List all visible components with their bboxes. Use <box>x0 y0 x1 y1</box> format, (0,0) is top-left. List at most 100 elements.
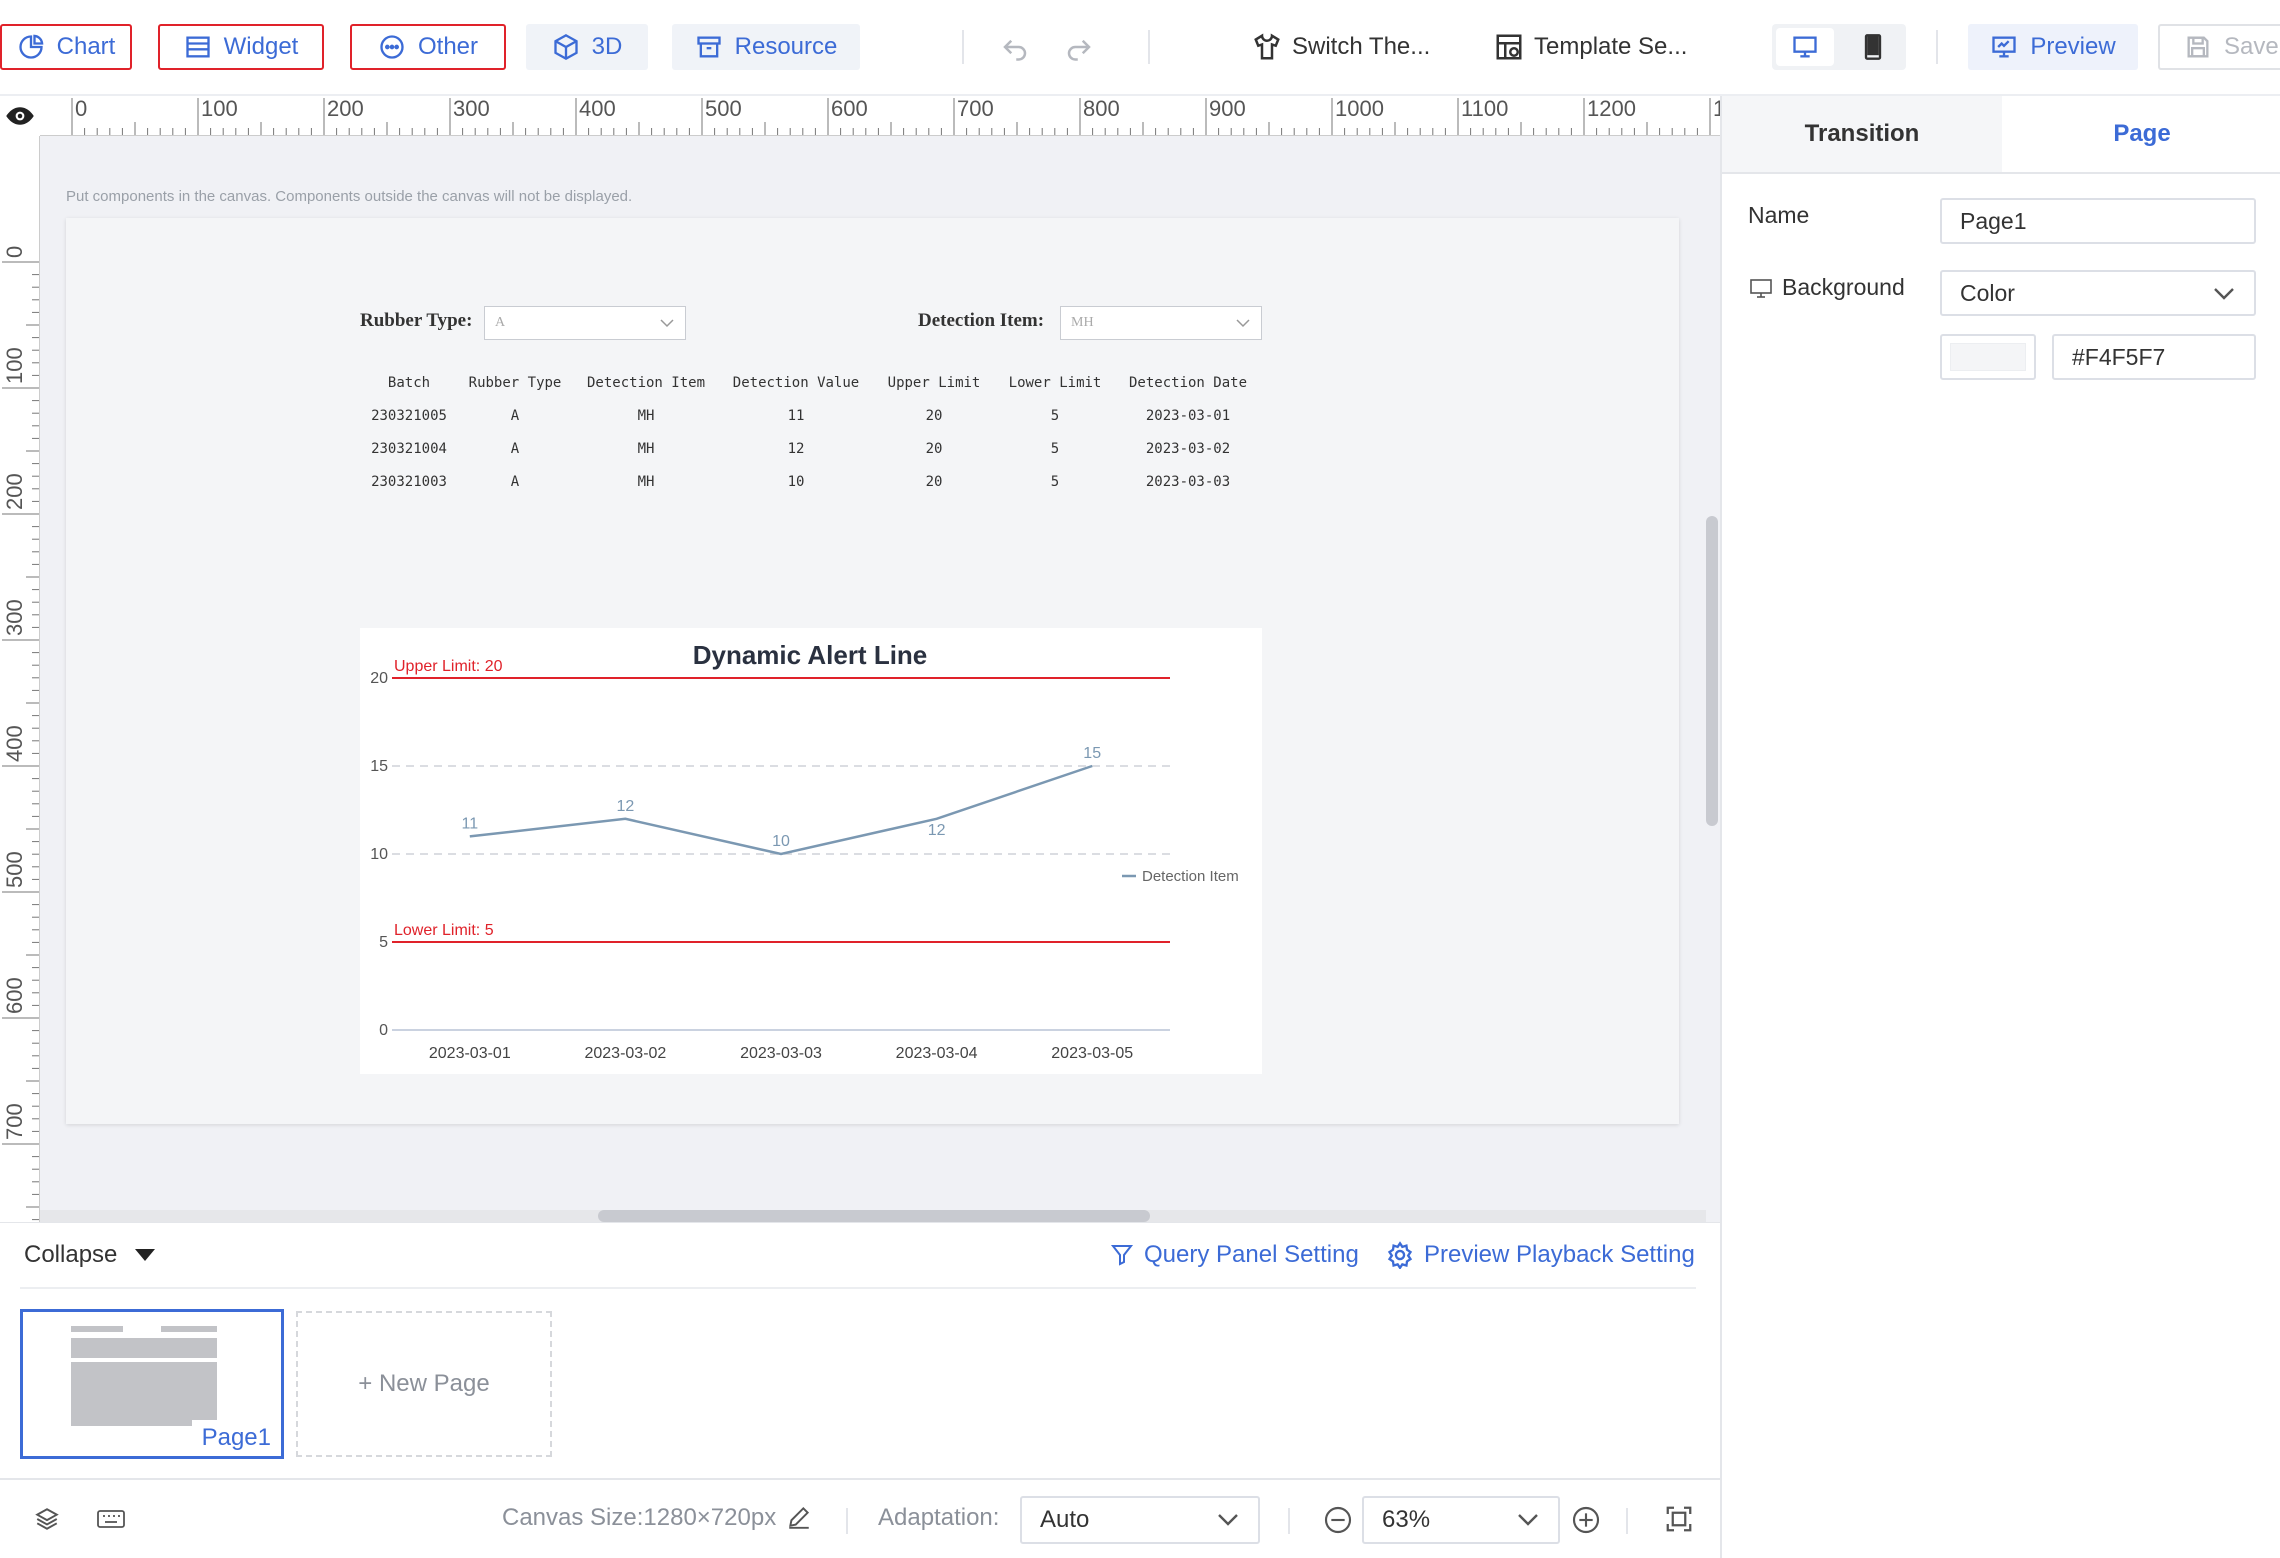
y-tick-label: 5 <box>379 934 388 951</box>
ruler-label: 500 <box>2 851 27 888</box>
desktop-view-button[interactable] <box>1776 28 1834 66</box>
ruler-label: 500 <box>705 96 742 121</box>
table-header: Detection Item <box>586 375 706 391</box>
preview-label: Preview <box>2030 33 2116 60</box>
shirt-icon <box>1254 33 1280 60</box>
divider <box>1288 1508 1290 1534</box>
tab-transition[interactable]: Transition <box>1722 96 2002 174</box>
page-thumbnail-page1[interactable]: Page1 <box>20 1309 284 1459</box>
widget-category-button[interactable]: Widget <box>158 24 324 70</box>
page-name-input[interactable]: Page1 <box>1940 198 2256 244</box>
new-page-label: + New Page <box>358 1370 490 1397</box>
3d-category-button[interactable]: 3D <box>526 24 648 70</box>
ruler-label: 800 <box>1083 96 1120 121</box>
table-cell: 2023-03-01 <box>1145 408 1231 424</box>
switch-theme-button[interactable]: Switch The... <box>1252 24 1430 70</box>
y-tick-label: 10 <box>370 846 388 863</box>
zoom-out-button[interactable] <box>1322 1504 1354 1541</box>
minus-circle-icon <box>1324 1506 1352 1534</box>
rubber-type-label: Rubber Type: <box>360 310 473 331</box>
table-cell: 5 <box>1050 474 1060 490</box>
other-category-label: Other <box>417 33 479 60</box>
table-header: Rubber Type <box>468 375 562 391</box>
redo-button[interactable] <box>1064 24 1094 70</box>
pencil-icon <box>789 1506 810 1529</box>
table-cell: 230321003 <box>371 474 447 490</box>
undo-icon <box>1003 39 1027 61</box>
color-swatch-fill <box>1950 343 2026 371</box>
background-type-value: Color <box>1960 279 2015 306</box>
other-category-button[interactable]: Other <box>350 24 506 70</box>
x-tick-label: 2023-03-02 <box>584 1045 666 1062</box>
preview-playback-setting-link[interactable]: Preview Playback Setting <box>1386 1241 1695 1269</box>
toolbar-divider <box>962 30 964 64</box>
keyboard-button[interactable] <box>96 1508 126 1535</box>
toggle-visibility-button[interactable] <box>0 96 40 136</box>
table-cell: MH <box>637 441 655 457</box>
y-tick-label: 15 <box>370 758 388 775</box>
data-label: 11 <box>461 815 478 832</box>
adaptation-select[interactable]: Auto <box>1020 1496 1260 1544</box>
thumbnail-chart <box>71 1362 217 1426</box>
thumbnail-filter-bar <box>161 1326 217 1332</box>
rubber-type-select[interactable]: A <box>484 306 686 340</box>
table-cell: 12 <box>787 441 805 457</box>
template-icon <box>1496 34 1522 60</box>
undo-button[interactable] <box>1000 24 1030 70</box>
more-circle-icon <box>380 35 404 59</box>
query-panel-setting-link[interactable]: Query Panel Setting <box>1110 1241 1359 1269</box>
ruler-label: 700 <box>957 96 994 121</box>
table-cell: A <box>510 408 520 424</box>
template-settings-label: Template Se... <box>1534 33 1688 60</box>
chart-category-button[interactable]: Chart <box>0 24 132 70</box>
collapse-toggle[interactable]: Collapse <box>24 1241 157 1269</box>
save-button[interactable]: Save <box>2158 24 2280 70</box>
chevron-down-icon <box>1518 1514 1538 1526</box>
x-tick-label: 2023-03-01 <box>429 1045 511 1062</box>
background-type-select[interactable]: Color <box>1940 270 2256 316</box>
horizontal-ruler: 0 100 200 300 400 500 600 700 800 900 1000 1100 1200… <box>0 96 1720 136</box>
template-settings-button[interactable]: Template Se... <box>1494 24 1687 70</box>
phone-icon <box>1864 34 1882 60</box>
mobile-view-button[interactable] <box>1844 28 1902 66</box>
alert-line-label: Lower Limit: 5 <box>394 922 494 939</box>
save-label: Save <box>2224 33 2279 60</box>
data-label: 12 <box>928 822 946 839</box>
table-cell: 5 <box>1050 441 1060 457</box>
table-cell: A <box>510 474 520 490</box>
design-canvas[interactable]: Rubber Type: A Detection Item: MH Batch … <box>66 218 1679 1124</box>
query-panel-setting-label: Query Panel Setting <box>1144 1241 1359 1268</box>
preview-playback-setting-label: Preview Playback Setting <box>1424 1241 1695 1268</box>
line-chart-widget[interactable]: Dynamic Alert Line 0 5 10 15 20 Upper Limit: 2… <box>360 628 1262 1074</box>
save-icon <box>2187 36 2209 58</box>
color-hex-input[interactable]: #F4F5F7 <box>2052 334 2256 380</box>
cube-icon <box>553 33 578 61</box>
canvas-editor: 0 100 200 300 400 500 600 700 800 900 1000 1100 1200… <box>0 96 1720 1222</box>
edit-canvas-size-button[interactable] <box>786 1504 812 1535</box>
detection-item-select[interactable]: MH <box>1060 306 1262 340</box>
top-toolbar: Chart Widget Other 3D Resource Switch Th… <box>0 0 2280 96</box>
zoom-select[interactable]: 63% <box>1362 1496 1560 1544</box>
ruler-label: 200 <box>327 96 364 121</box>
preview-button[interactable]: Preview <box>1968 24 2138 70</box>
new-page-button[interactable]: + New Page <box>296 1311 552 1457</box>
x-tick-label: 2023-03-05 <box>1051 1045 1133 1062</box>
ruler-label: 1200 <box>1587 96 1636 121</box>
y-tick-label: 20 <box>370 670 388 687</box>
fit-screen-button[interactable] <box>1664 1504 1694 1539</box>
layers-icon <box>35 1508 59 1530</box>
layers-button[interactable] <box>34 1506 60 1537</box>
zoom-value: 63% <box>1382 1506 1431 1533</box>
ruler-label: 400 <box>2 725 27 762</box>
tab-page[interactable]: Page <box>2002 96 2280 174</box>
collapse-label: Collapse <box>24 1241 118 1268</box>
data-label: 12 <box>617 798 635 815</box>
zoom-in-button[interactable] <box>1570 1504 1602 1541</box>
plus-circle-icon <box>1572 1506 1600 1534</box>
resource-category-button[interactable]: Resource <box>672 24 860 70</box>
gear-icon <box>1387 1241 1413 1269</box>
color-swatch[interactable] <box>1940 334 2036 380</box>
vertical-scrollbar[interactable] <box>1706 516 1718 826</box>
horizontal-scrollbar[interactable] <box>598 1210 1150 1222</box>
alert-line-label: Upper Limit: 20 <box>394 658 503 675</box>
